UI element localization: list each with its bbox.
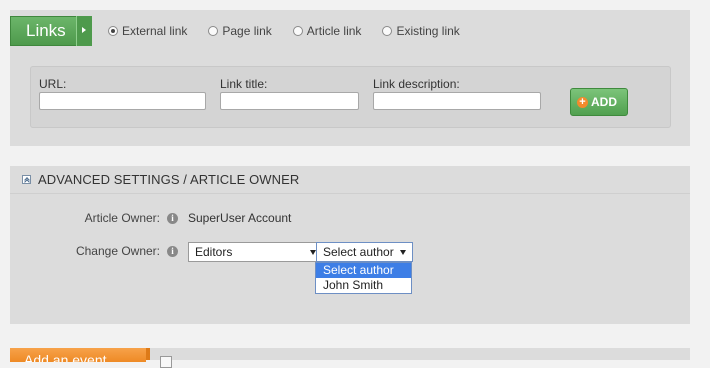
author-dropdown-list: Select author John Smith: [315, 262, 412, 294]
author-select-value: Select author: [323, 245, 394, 259]
radio-external-link[interactable]: External link: [108, 24, 187, 38]
radio-existing-link-label: Existing link: [396, 24, 460, 38]
add-link-button-label: ADD: [591, 95, 617, 109]
article-owner-value: SuperUser Account: [188, 211, 292, 225]
radio-existing-link[interactable]: Existing link: [382, 24, 460, 38]
article-owner-info-icon: i: [167, 213, 178, 224]
radio-article-link[interactable]: Article link: [292, 24, 362, 38]
radio-page-link-button[interactable]: [208, 26, 219, 36]
author-option-john-smith[interactable]: John Smith: [316, 278, 411, 293]
author-option-select-author[interactable]: Select author: [316, 263, 411, 278]
radio-external-link-button[interactable]: [108, 26, 118, 36]
article-owner-label: Article Owner:: [84, 211, 160, 225]
advanced-settings-title: ADVANCED SETTINGS / ARTICLE OWNER: [38, 172, 300, 187]
change-owner-info-icon: i: [167, 246, 178, 257]
radio-external-link-label: External link: [122, 24, 188, 38]
radio-page-link-label: Page link: [222, 24, 272, 38]
author-select[interactable]: Select author: [316, 242, 413, 262]
add-link-button[interactable]: + ADD: [570, 88, 628, 116]
link-type-radio-group: External link Page link Article link Exi…: [108, 23, 481, 39]
link-title-input[interactable]: [220, 92, 359, 110]
group-select[interactable]: Editors: [188, 242, 323, 262]
change-owner-label: Change Owner:: [75, 244, 160, 258]
link-description-label: Link description:: [373, 77, 460, 91]
link-title-label: Link title:: [220, 77, 268, 91]
plus-circle-icon: +: [577, 96, 588, 108]
advanced-settings-header[interactable]: ADVANCED SETTINGS / ARTICLE OWNER: [10, 166, 690, 194]
add-event-caret-icon[interactable]: [146, 348, 150, 360]
chevron-down-icon: [400, 250, 406, 255]
group-select-value: Editors: [195, 245, 233, 259]
link-description-input[interactable]: [373, 92, 541, 110]
radio-page-link[interactable]: Page link: [208, 24, 272, 38]
radio-existing-link-button[interactable]: [382, 26, 393, 36]
radio-article-link-label: Article link: [306, 24, 362, 38]
url-label: URL:: [39, 77, 67, 91]
events-checkbox[interactable]: [160, 356, 172, 368]
links-dropdown-caret-icon[interactable]: [76, 16, 92, 46]
link-fields-box: URL: Link title: Link description: + ADD: [30, 66, 671, 128]
advanced-settings-body: Article Owner: i SuperUser Account Chang…: [10, 194, 690, 324]
url-input[interactable]: [39, 92, 206, 110]
collapse-up-icon[interactable]: [22, 175, 31, 184]
radio-article-link-button[interactable]: [292, 26, 303, 36]
links-panel: Links External link Page link Article li…: [10, 10, 690, 146]
